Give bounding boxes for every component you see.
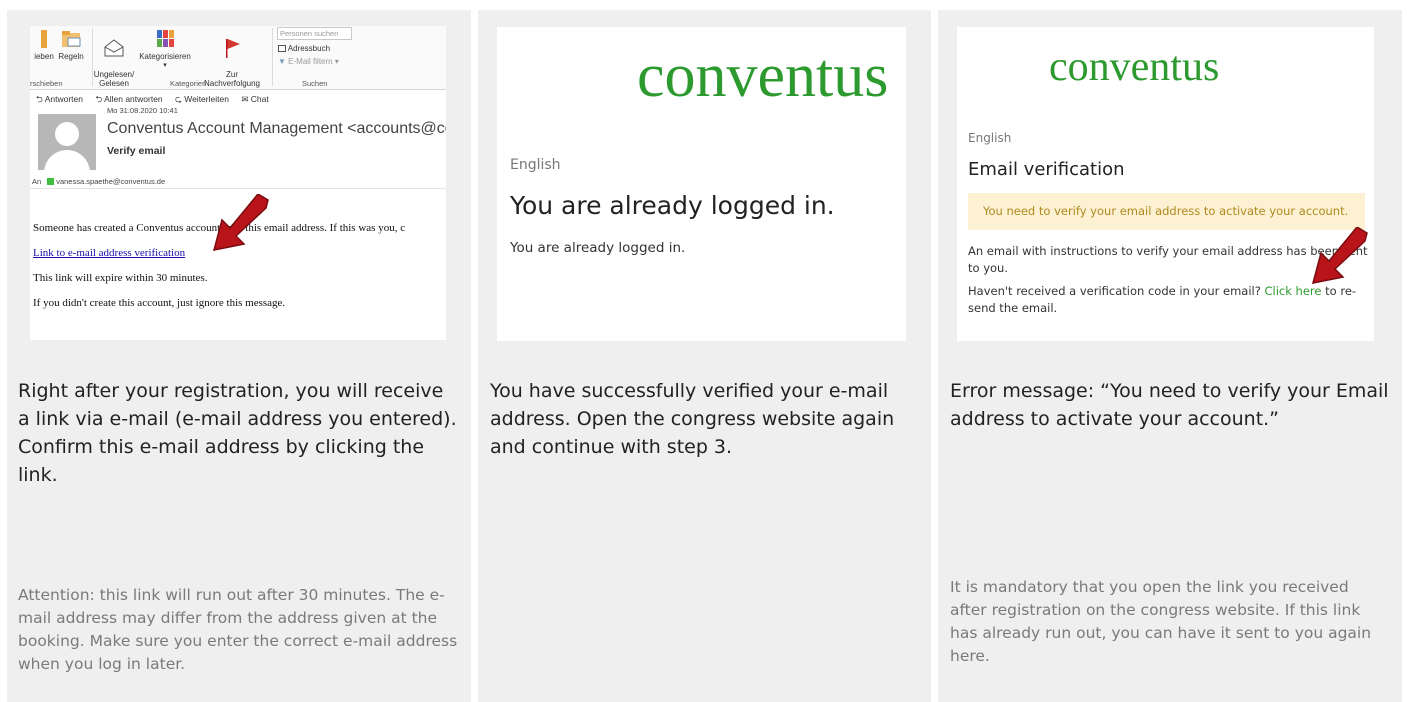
resend-prefix: Haven't received a verification code in … [968,284,1265,298]
filter-email-label: E-Mail filtern [288,57,333,66]
unread-read-button[interactable]: Ungelesen/ Gelesen [92,28,136,88]
mail-recipient: An vanessa.spaethe@conventus.de [32,177,165,186]
chat-label: Chat [250,94,269,104]
reply-button[interactable]: ⮌ Antworten [36,94,88,104]
chat-button[interactable]: ✉ Chat [241,94,273,104]
step-caption: Right after your registration, you will … [18,380,457,486]
page-text: You are already logged in. [510,240,686,256]
filter-email-button[interactable]: ▼ E-Mail filtern ▾ [278,57,339,66]
conventus-verification-screenshot: conventus English Email verification You… [957,27,1374,341]
to-label: An [32,177,42,186]
flag-icon [226,39,240,58]
categories-icon [157,30,174,47]
step-caption: Error message: “You need to verify your … [950,380,1389,430]
people-search-input[interactable]: Personen suchen [277,27,352,40]
forward-button[interactable]: ⮎ Weiterleiten [175,94,234,104]
conventus-logo: conventus [1049,44,1220,90]
step-note: It is mandatory that you open the link y… [950,578,1372,665]
mail-subject: Verify email [107,145,166,157]
outlook-screenshot: ieben Regeln rschieben Ungelesen/ Gelese… [30,26,446,340]
unread-read-label: Ungelesen/ Gelesen [93,70,135,88]
step-panel-logged-in: conventus English You are already logged… [478,10,931,702]
group-label-move: rschieben [30,79,63,88]
move-label: ieben [34,52,54,61]
resend-text: Haven't received a verification code in … [968,283,1368,317]
warning-alert: You need to verify your email address to… [968,193,1365,230]
reply-all-label: Allen antworten [104,94,163,104]
move-button[interactable]: ieben [30,28,58,61]
mail-date: Mo 31.08.2020 10:41 [107,106,178,115]
reply-label: Antworten [44,94,83,104]
mail-sender: Conventus Account Management <accounts@c… [107,120,446,137]
addressbook-label: Adressbuch [287,44,331,53]
envelope-icon [104,39,124,57]
step-note: Attention: this link will run out after … [18,586,458,673]
conventus-logo: conventus [637,42,889,110]
ribbon-divider [272,28,273,86]
divider [30,188,446,189]
page-heading: You are already logged in. [510,191,835,220]
mail-body-line: If you didn't create this account, just … [33,297,286,309]
followup-label: Zur Nachverfolgung [203,70,261,88]
group-label-search: Suchen [302,79,328,88]
outlook-ribbon: ieben Regeln rschieben Ungelesen/ Gelese… [30,26,446,90]
red-arrow-icon [212,194,269,251]
step-caption: You have successfully verified your e-ma… [490,380,895,458]
verification-link[interactable]: Link to e-mail address verification [33,247,185,259]
step-panel-email: ieben Regeln rschieben Ungelesen/ Gelese… [7,10,471,702]
filter-icon: ▼ [278,57,286,66]
move-icon [41,30,47,48]
group-label-categories: Kategorien [170,79,207,88]
categorize-button[interactable]: Kategorisieren ▾ [136,28,194,70]
page-heading: Email verification [968,159,1125,180]
forward-label: Weiterleiten [184,94,229,104]
addressbook-icon [278,45,286,52]
language-selector[interactable]: English [510,157,561,173]
language-selector[interactable]: English [968,131,1011,145]
recipient-address: vanessa.spaethe@conventus.de [56,177,166,186]
conventus-logged-in-screenshot: conventus English You are already logged… [497,27,906,341]
reply-all-button[interactable]: ⮌ Allen antworten [95,94,167,104]
rules-button[interactable]: Regeln [56,28,86,61]
presence-icon [47,178,55,185]
rules-label: Regeln [58,52,84,61]
rules-icon [62,31,81,47]
sender-avatar [38,114,96,170]
addressbook-button[interactable]: Adressbuch [278,44,330,53]
categorize-label: Kategorisieren [139,52,191,61]
step-panel-verification-error: conventus English Email verification You… [938,10,1402,702]
mail-body-line: This link will expire within 30 minutes. [33,272,208,284]
red-arrow-icon [1311,227,1368,284]
